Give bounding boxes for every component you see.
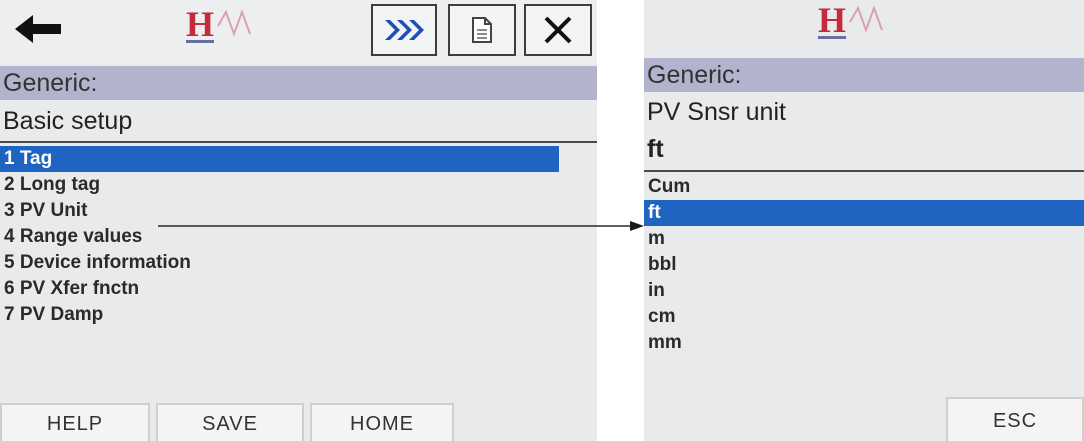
back-arrow-icon: [15, 15, 61, 43]
document-button[interactable]: [448, 4, 516, 56]
current-value: ft: [647, 135, 664, 163]
close-icon: [544, 16, 572, 44]
option-m[interactable]: m: [644, 226, 1084, 252]
menu-item-device-information[interactable]: 5 Device information: [0, 250, 559, 276]
save-button[interactable]: SAVE: [156, 403, 304, 441]
pv-snsr-unit-screen: H Generic: PV Snsr unit ft Cum ft m bbl …: [644, 0, 1084, 441]
esc-button[interactable]: ESC: [946, 397, 1084, 441]
option-cum[interactable]: Cum: [644, 174, 1084, 200]
menu-item-pv-xfer-fnctn[interactable]: 6 PV Xfer fnctn: [0, 276, 559, 302]
logo-letter: H: [818, 0, 847, 40]
divider: [644, 170, 1084, 172]
hart-logo: H: [186, 4, 256, 44]
header-band: Generic:: [644, 58, 1084, 92]
hart-logo: H: [818, 0, 888, 40]
fast-forward-button[interactable]: [371, 4, 437, 56]
option-mm[interactable]: mm: [644, 330, 1084, 356]
unit-option-list: Cum ft m bbl in cm mm: [644, 174, 1084, 356]
wave-icon: [217, 9, 251, 37]
menu-item-long-tag[interactable]: 2 Long tag: [0, 172, 559, 198]
fast-forward-icon: [385, 20, 424, 40]
divider: [0, 141, 597, 143]
top-toolbar: H: [0, 0, 597, 64]
basic-setup-menu: 1 Tag 2 Long tag 3 PV Unit 4 Range value…: [0, 146, 559, 328]
document-icon: [472, 17, 492, 43]
connector-arrow-icon: [158, 221, 644, 231]
softkey-row: HELP SAVE HOME: [0, 401, 597, 441]
logo-letter: H: [186, 4, 215, 44]
header-band: Generic:: [0, 66, 597, 100]
close-button[interactable]: [524, 4, 592, 56]
option-bbl[interactable]: bbl: [644, 252, 1084, 278]
menu-item-pv-damp[interactable]: 7 PV Damp: [0, 302, 559, 328]
menu-item-tag[interactable]: 1 Tag: [0, 146, 559, 172]
wave-icon: [849, 5, 883, 33]
option-in[interactable]: in: [644, 278, 1084, 304]
variable-name: PV Snsr unit: [647, 98, 786, 126]
help-button[interactable]: HELP: [0, 403, 150, 441]
home-button[interactable]: HOME: [310, 403, 454, 441]
option-cm[interactable]: cm: [644, 304, 1084, 330]
back-button[interactable]: [8, 6, 68, 52]
option-ft[interactable]: ft: [644, 200, 1084, 226]
menu-title: Basic setup: [3, 107, 133, 135]
